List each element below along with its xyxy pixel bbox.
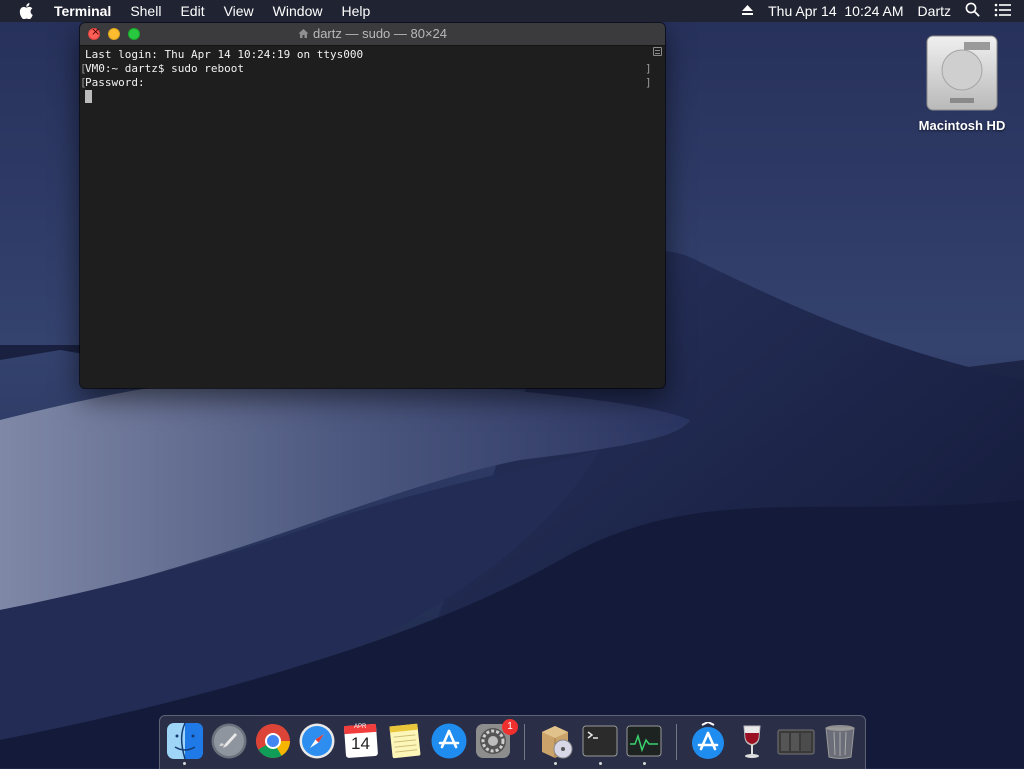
- dock-separator: [676, 724, 677, 760]
- chrome-icon: [256, 724, 290, 758]
- dock-item-app-store-download[interactable]: [689, 722, 727, 760]
- notes-icon: [389, 723, 421, 759]
- menubar-user[interactable]: Dartz: [918, 3, 951, 19]
- dock-item-installer[interactable]: [536, 722, 574, 760]
- dock: APR 14 1: [159, 715, 866, 769]
- menu-app-terminal[interactable]: Terminal: [54, 0, 111, 22]
- terminal-text-area[interactable]: Last login: Thu Apr 14 10:24:19 on ttys0…: [80, 46, 665, 388]
- running-indicator: [643, 762, 646, 765]
- running-indicator: [554, 762, 557, 765]
- hardware-icon: [777, 729, 815, 755]
- finder-icon: [167, 722, 203, 760]
- desktop-drive-macintosh-hd[interactable]: Macintosh HD: [912, 34, 1012, 133]
- mark-bracket: ]: [645, 76, 652, 89]
- terminal-icon: [582, 725, 618, 757]
- menu-view[interactable]: View: [224, 0, 254, 22]
- dock-item-finder[interactable]: [166, 722, 204, 760]
- menu-shell[interactable]: Shell: [130, 0, 161, 22]
- spotlight-search-icon[interactable]: [965, 2, 980, 20]
- eject-icon[interactable]: [741, 3, 754, 19]
- notification-center-icon[interactable]: [994, 3, 1012, 20]
- terminal-line: Last login: Thu Apr 14 10:24:19 on ttys0…: [85, 48, 364, 61]
- terminal-line-text: VM0:~ dartz$ sudo reboot: [85, 62, 244, 75]
- dock-item-trash[interactable]: [821, 722, 859, 760]
- dock-item-chrome[interactable]: [254, 722, 292, 760]
- menu-help[interactable]: Help: [341, 0, 370, 22]
- window-title: dartz — sudo — 80×24: [80, 23, 665, 46]
- menu-window[interactable]: Window: [273, 0, 323, 22]
- terminal-line: [85, 90, 665, 105]
- terminal-window[interactable]: dartz — sudo — 80×24 Last login: Thu Apr…: [80, 23, 665, 388]
- app-store-download-icon: [692, 722, 724, 759]
- calendar-day: 14: [351, 734, 370, 753]
- menu-edit[interactable]: Edit: [180, 0, 204, 22]
- dock-item-safari[interactable]: [298, 722, 336, 760]
- menubar-clock[interactable]: Thu Apr 14 10:24 AM: [768, 3, 903, 19]
- dock-item-system-preferences[interactable]: 1: [474, 719, 518, 760]
- dock-item-terminal[interactable]: [581, 722, 619, 760]
- mark-bracket: [: [80, 76, 87, 89]
- dock-item-activity-monitor[interactable]: [625, 722, 663, 760]
- notification-badge: 1: [502, 719, 518, 735]
- terminal-titlebar[interactable]: dartz — sudo — 80×24: [80, 23, 665, 46]
- dock-separator: [524, 724, 525, 760]
- apple-menu-icon[interactable]: [19, 0, 39, 22]
- home-folder-icon: [298, 24, 309, 46]
- running-indicator: [183, 762, 186, 765]
- calendar-month: APR: [354, 724, 367, 730]
- wine-icon: [743, 725, 761, 758]
- dock-item-launchpad[interactable]: [210, 722, 248, 760]
- launchpad-icon: [211, 723, 247, 759]
- terminal-line-text: Password:: [85, 76, 145, 89]
- safari-icon: [299, 723, 335, 759]
- running-indicator: [599, 762, 602, 765]
- drive-label: Macintosh HD: [918, 118, 1006, 133]
- window-title-text: dartz — sudo — 80×24: [312, 26, 448, 41]
- dock-item-notes[interactable]: [386, 722, 424, 760]
- trash-icon: [825, 725, 855, 759]
- dock-item-app-store[interactable]: [430, 722, 468, 760]
- menu-bar: Terminal Shell Edit View Window Help Thu…: [0, 0, 1024, 22]
- mark-bracket: ]: [645, 62, 652, 75]
- app-store-icon: [431, 723, 467, 759]
- terminal-line: [Password:]: [80, 76, 665, 90]
- mark-bracket: [: [80, 62, 87, 75]
- installer-icon: [542, 726, 573, 759]
- activity-monitor-icon: [626, 725, 662, 757]
- scrollbar-icon[interactable]: [653, 47, 662, 56]
- dock-item-wine[interactable]: [733, 722, 771, 760]
- dock-item-hardware[interactable]: [777, 722, 815, 760]
- dock-item-calendar[interactable]: APR 14: [342, 722, 380, 760]
- text-cursor: [85, 90, 92, 103]
- hard-drive-icon: [926, 35, 998, 111]
- terminal-line: [VM0:~ dartz$ sudo reboot]: [80, 62, 665, 76]
